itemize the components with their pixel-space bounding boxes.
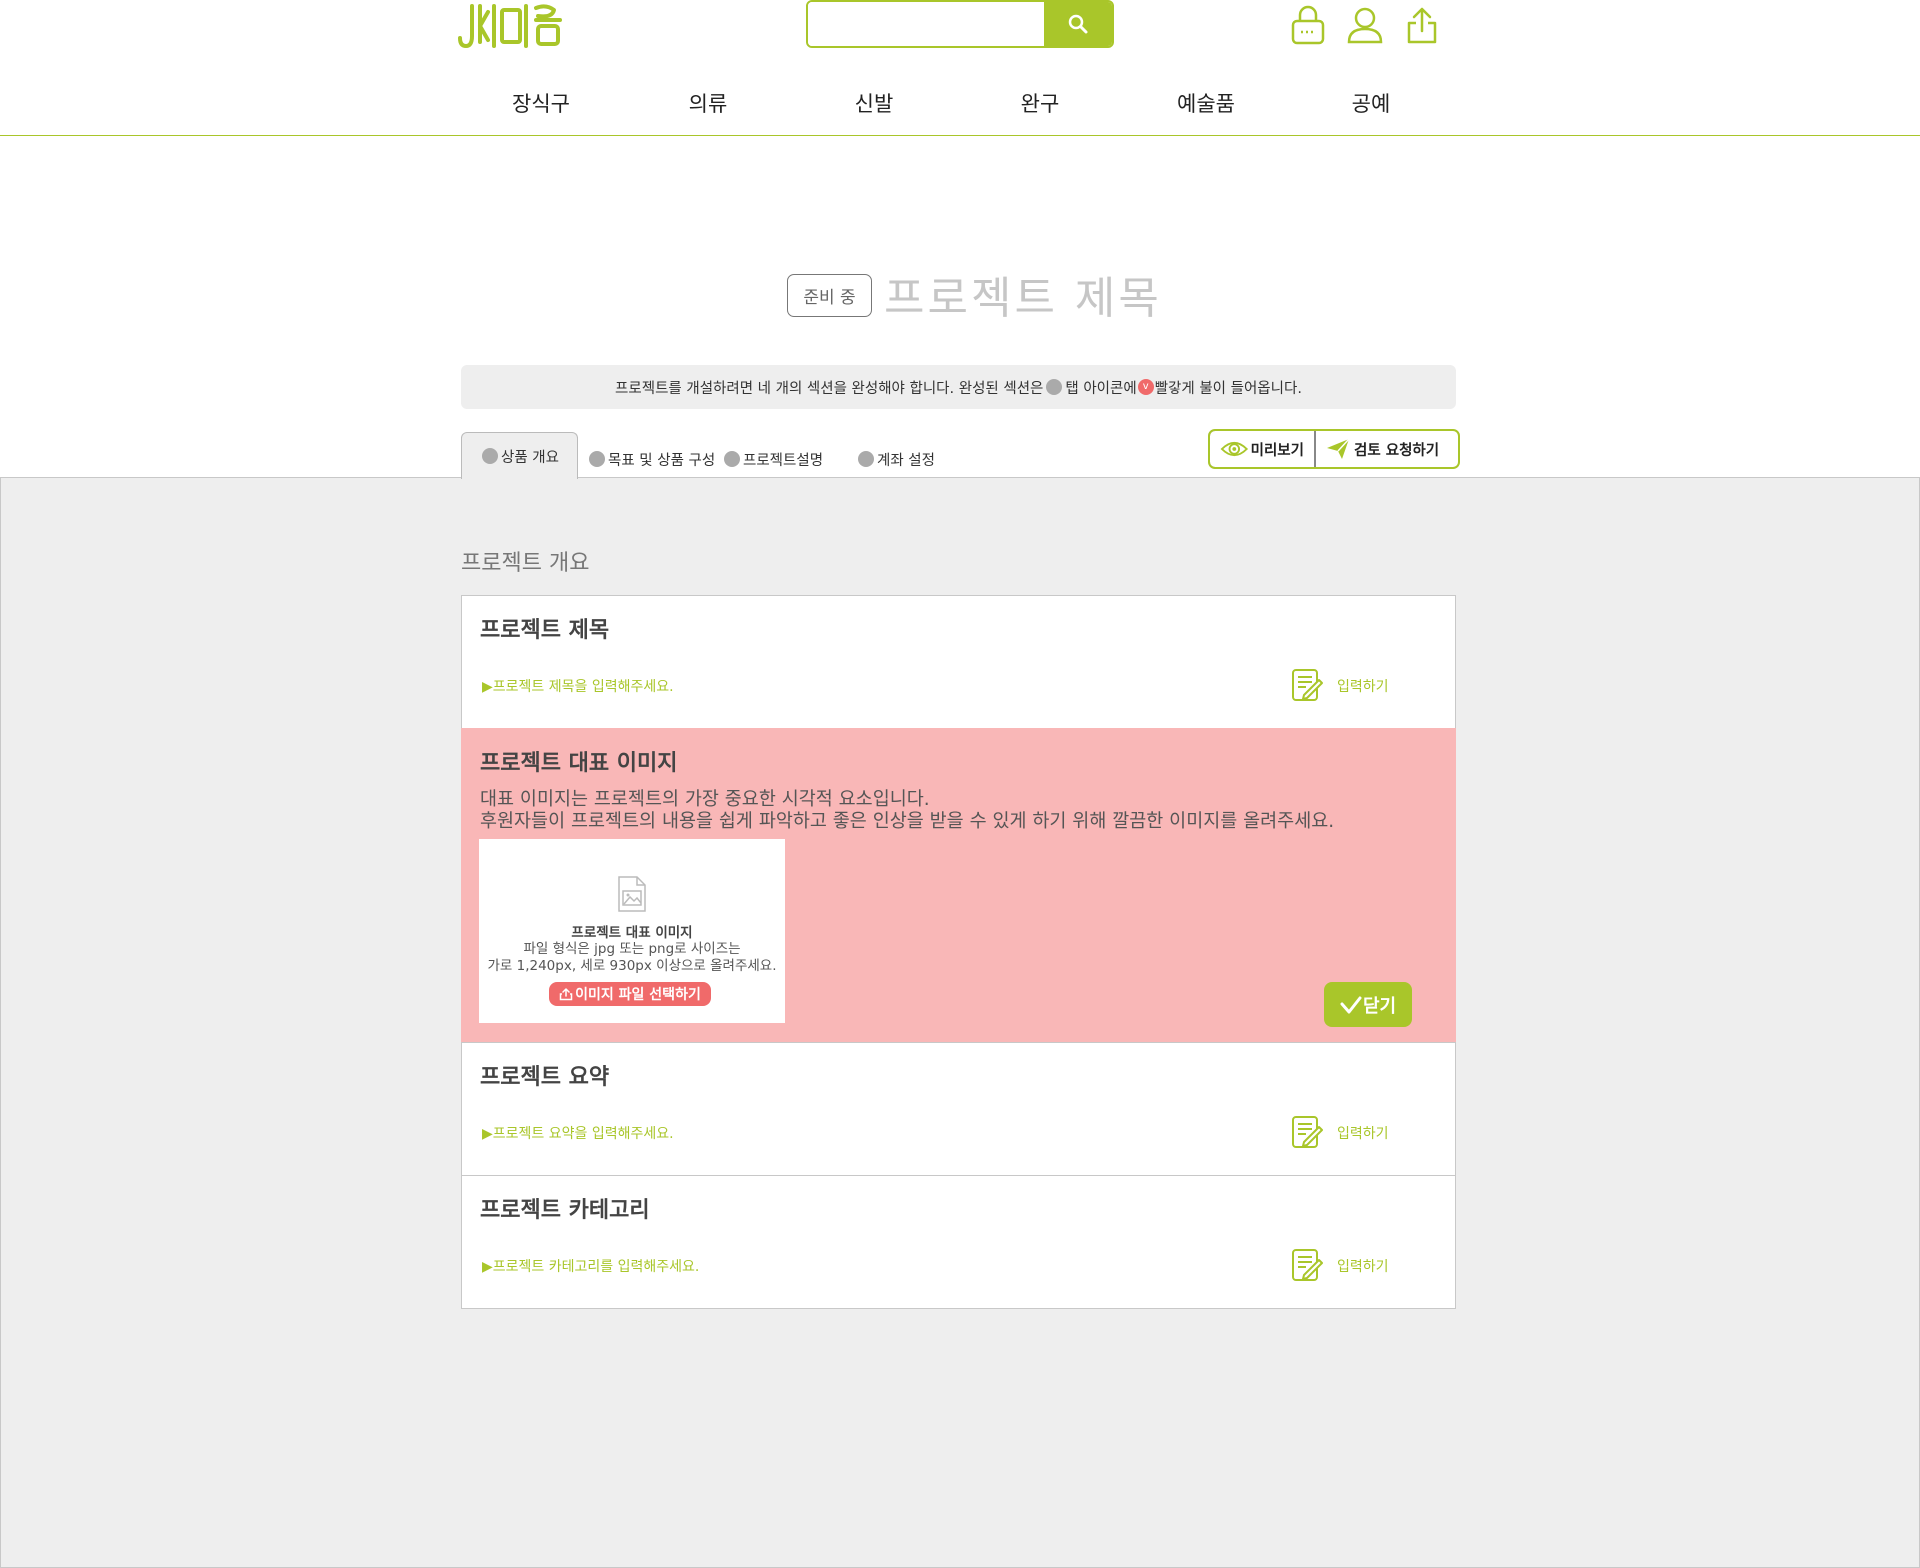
upload-description: 파일 형식은 jpg 또는 png로 사이즈는 가로 1,240px, 세로 9… [479, 941, 785, 975]
tab-label: 계좌 설정 [877, 452, 935, 469]
category-nav: 장식구 의류 신발 완구 예술품 공예 [460, 80, 1460, 120]
search-input[interactable] [808, 2, 1044, 46]
nav-item-shoes[interactable]: 신발 [855, 88, 894, 118]
info-text-after: 빨갛게 불이 들어옵니다. [1154, 380, 1302, 397]
tab-goals[interactable]: 목표 및 상품 구성 [589, 444, 715, 474]
description-line-1: 대표 이미지는 프로젝트의 가장 중요한 시각적 요소입니다. [480, 789, 930, 810]
user-icon[interactable] [1345, 4, 1385, 46]
status-badge: 준비 중 [787, 274, 872, 317]
info-text-middle: 탭 아이콘에 [1065, 380, 1137, 397]
card-hint: ▶프로젝트 카테고리를 입력해주세요. [482, 1259, 700, 1275]
preview-label: 미리보기 [1250, 442, 1304, 459]
nav-item-toys[interactable]: 완구 [1021, 88, 1060, 118]
edit-link[interactable]: 입력하기 [1337, 1256, 1389, 1276]
info-bar: 프로젝트를 개설하려면 네 개의 섹션을 완성해야 합니다. 완성된 섹션은 탭… [461, 365, 1456, 409]
card-title: 프로젝트 카테고리 [480, 1198, 650, 1223]
image-upload-box[interactable]: 프로젝트 대표 이미지 파일 형식은 jpg 또는 png로 사이즈는 가로 1… [479, 839, 785, 1023]
upload-button-label: 이미지 파일 선택하기 [575, 987, 701, 1003]
section-tabs: 상품 개요 목표 및 상품 구성 프로젝트설명 계좌 설정 [461, 432, 1021, 479]
check-icon [1340, 996, 1362, 1013]
search-bar [806, 0, 1114, 48]
card-title: 프로젝트 대표 이미지 [480, 751, 678, 776]
review-label: 검토 요청하기 [1354, 442, 1440, 459]
tab-product-overview[interactable]: 상품 개요 [461, 432, 578, 479]
tab-description[interactable]: 프로젝트설명 [724, 444, 823, 474]
tab-status-icon [724, 451, 740, 467]
lock-icon[interactable] [1288, 4, 1328, 46]
description-line-2: 후원자들이 프로젝트의 내용을 쉽게 파악하고 좋은 인상을 받을 수 있게 하… [480, 811, 1335, 832]
image-file-icon [618, 876, 646, 912]
upload-icon [559, 987, 573, 1001]
search-button[interactable] [1044, 2, 1112, 46]
card-project-summary: 프로젝트 요약 ▶프로젝트 요약을 입력해주세요. 입력하기 [461, 1042, 1456, 1176]
card-hint: ▶프로젝트 요약을 입력해주세요. [482, 1126, 674, 1142]
action-buttons: 미리보기 검토 요청하기 [1208, 429, 1460, 469]
brand-logo[interactable] [456, 0, 566, 50]
check-dot-icon: v [1137, 379, 1154, 395]
card-description: 대표 이미지는 프로젝트의 가장 중요한 시각적 요소입니다. 후원자들이 프로… [480, 789, 1334, 833]
info-text-before: 프로젝트를 개설하려면 네 개의 섹션을 완성해야 합니다. 완성된 섹션은 [615, 380, 1044, 397]
eye-icon [1220, 441, 1249, 457]
upload-description-line-2: 가로 1,240px, 세로 930px 이상으로 올려주세요. [487, 958, 777, 974]
tab-label: 목표 및 상품 구성 [608, 452, 716, 469]
section-heading: 프로젝트 개요 [461, 551, 590, 576]
tab-account[interactable]: 계좌 설정 [858, 444, 935, 474]
card-title: 프로젝트 제목 [480, 618, 610, 643]
site-header: 장식구 의류 신발 완구 예술품 공예 [0, 0, 1920, 136]
nav-item-accessories[interactable]: 장식구 [512, 88, 570, 118]
search-icon [1068, 14, 1088, 34]
gray-dot-icon [1046, 379, 1063, 395]
close-button-label: 닫기 [1362, 995, 1397, 1017]
upload-title: 프로젝트 대표 이미지 [571, 925, 693, 941]
tab-label: 프로젝트설명 [743, 452, 824, 469]
paper-plane-icon [1327, 438, 1350, 459]
tab-status-icon [482, 448, 498, 464]
select-image-file-button[interactable]: 이미지 파일 선택하기 [549, 982, 711, 1006]
nav-item-clothing[interactable]: 의류 [689, 88, 728, 118]
card-project-title: 프로젝트 제목 ▶프로젝트 제목을 입력해주세요. 입력하기 [461, 595, 1456, 729]
tab-status-icon [858, 451, 874, 467]
page-title: 프로젝트 제목 [884, 273, 1162, 324]
request-review-button[interactable]: 검토 요청하기 [1316, 431, 1458, 467]
tab-status-icon [589, 451, 605, 467]
preview-button[interactable]: 미리보기 [1210, 431, 1316, 467]
nav-item-art[interactable]: 예술품 [1177, 88, 1235, 118]
card-project-category: 프로젝트 카테고리 ▶프로젝트 카테고리를 입력해주세요. 입력하기 [461, 1175, 1456, 1309]
edit-link[interactable]: 입력하기 [1337, 1123, 1389, 1143]
edit-document-icon[interactable] [1290, 668, 1324, 702]
upload-description-line-1: 파일 형식은 jpg 또는 png로 사이즈는 [523, 941, 741, 957]
edit-document-icon[interactable] [1290, 1115, 1324, 1149]
close-button[interactable]: 닫기 [1324, 982, 1412, 1027]
card-title: 프로젝트 요약 [480, 1065, 610, 1090]
nav-item-crafts[interactable]: 공예 [1352, 88, 1391, 118]
card-hint: ▶프로젝트 제목을 입력해주세요. [482, 679, 674, 695]
share-icon[interactable] [1402, 4, 1442, 46]
edit-link[interactable]: 입력하기 [1337, 676, 1389, 696]
edit-document-icon[interactable] [1290, 1248, 1324, 1282]
tab-label: 상품 개요 [501, 449, 559, 466]
card-project-image: 프로젝트 대표 이미지 대표 이미지는 프로젝트의 가장 중요한 시각적 요소입… [461, 728, 1456, 1042]
